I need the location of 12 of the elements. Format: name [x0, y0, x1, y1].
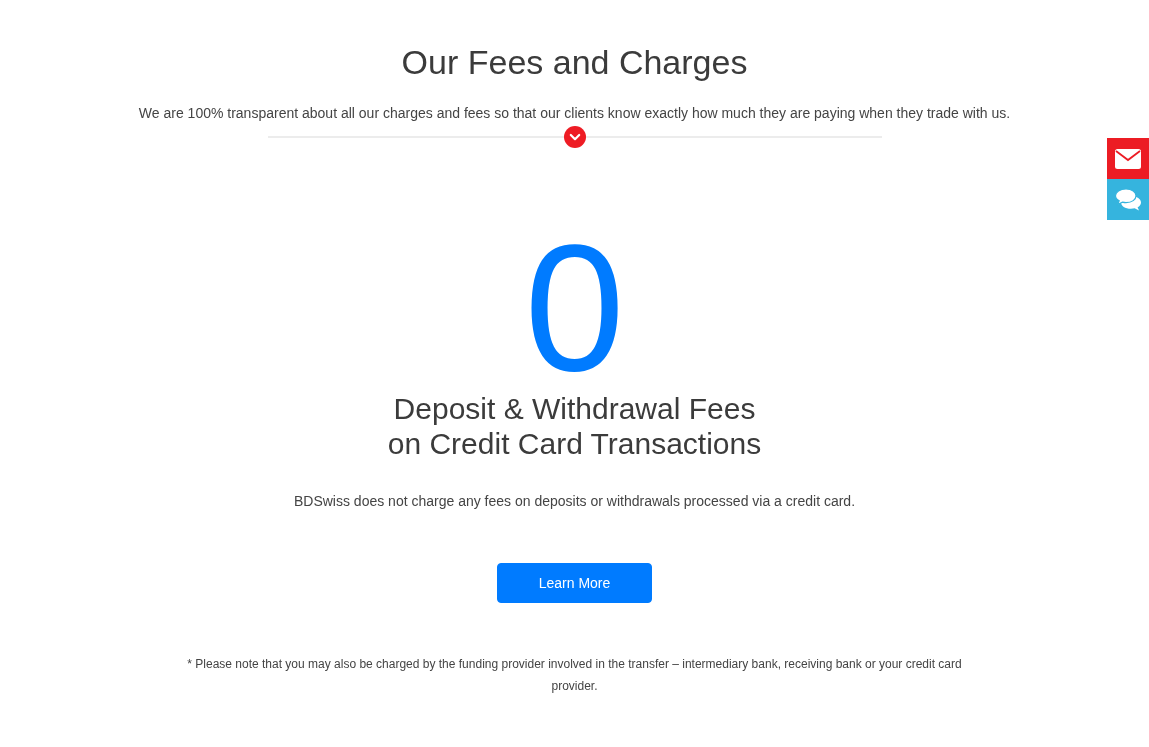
page-title: Our Fees and Charges — [400, 42, 749, 83]
big-figure: 0 — [524, 233, 625, 383]
learn-more-button[interactable]: Learn More — [497, 563, 652, 603]
footnote-text: * Please note that you may also be charged by the funding provider involved in the transfer – intermediary bank, receiving bank or your credit card provider. — [186, 656, 963, 695]
mail-button[interactable] — [1107, 138, 1149, 179]
mail-icon — [1115, 148, 1141, 169]
description-text: BDSwiss does not charge any fees on deposits or withdrawals processed via a credit card. — [292, 492, 857, 511]
chat-bubbles-icon — [1115, 188, 1141, 211]
chat-button[interactable] — [1107, 179, 1149, 220]
intro-text: We are 100% transparent about all our charges and fees so that our clients know exactly how much they are paying when they trade with us. — [137, 104, 1012, 123]
chevron-down-icon — [563, 126, 586, 148]
section-heading: Deposit & Withdrawal Fees on Credit Card Transactions — [386, 391, 763, 461]
